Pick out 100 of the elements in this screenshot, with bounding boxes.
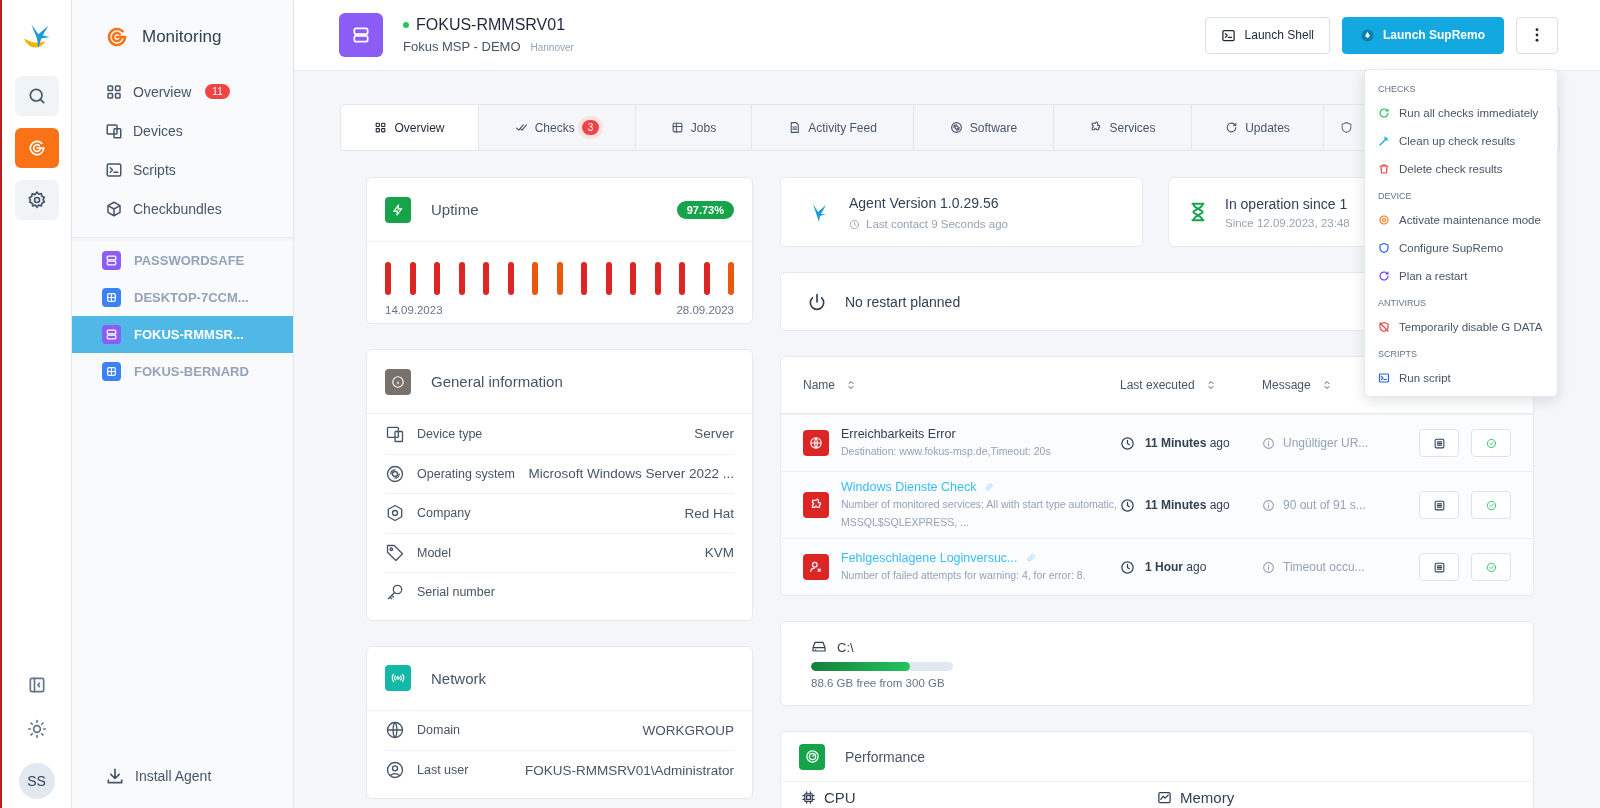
tab[interactable]: Software (914, 105, 1054, 150)
drive-name: C:\ (837, 639, 854, 655)
nav-item[interactable]: Devices (72, 111, 293, 150)
terminal-icon (105, 160, 123, 179)
shield-icon (1340, 121, 1353, 134)
power-icon (807, 291, 827, 312)
grid-icon (374, 121, 388, 134)
card-title: General information (431, 373, 563, 390)
check-message: 90 out of 91 s... (1283, 498, 1366, 512)
last-executed: 1 Hour ago (1145, 560, 1207, 574)
last-contact: Last contact 9 Seconds ago (866, 218, 1008, 230)
agent-version: Agent Version 1.0.29.56 (849, 195, 999, 211)
menu-section-title: ANTIVIRUS (1377, 297, 1427, 310)
menu-section-title: DEVICE (1377, 190, 1413, 203)
user-icon (385, 760, 405, 781)
table-icon (670, 121, 684, 134)
tab[interactable]: Services (1054, 105, 1192, 150)
tab[interactable]: Checks 3 (479, 105, 636, 150)
chart-icon (1157, 790, 1172, 805)
field-label: Model (417, 545, 452, 560)
disc-icon (949, 121, 963, 134)
check-circle-icon (1485, 561, 1497, 573)
card-title: Performance (845, 748, 926, 765)
broadcast-icon (385, 665, 411, 691)
check-name: Erreichbarkeits Error (841, 427, 956, 441)
operation-since: Since 12.09.2023, 23:48 (1225, 217, 1350, 229)
disk-info: 88.6 GB free from 300 GB (811, 677, 946, 689)
avatar[interactable]: SS (18, 763, 55, 799)
field-value: KVM (703, 545, 734, 561)
menu-item[interactable]: Configure SupRemo (1365, 234, 1557, 262)
nav-item[interactable]: Checkbundles (72, 189, 293, 228)
metric-label: CPU (824, 789, 856, 806)
drive-icon (811, 639, 827, 655)
details-button[interactable] (1419, 491, 1459, 519)
menu-item[interactable]: Activate maintenance mode (1365, 206, 1557, 234)
field-value: FOKUS-RMMSRV01\Administrator (523, 762, 734, 778)
last-executed: 11 Minutes ago (1145, 498, 1230, 512)
details-button[interactable] (1419, 429, 1459, 457)
monitoring-logo (105, 25, 129, 49)
menu-item[interactable]: Run script (1365, 364, 1557, 392)
app-button[interactable] (14, 180, 59, 220)
disc-icon (385, 463, 405, 484)
globe-icon (803, 430, 829, 456)
puzzle-icon (803, 492, 829, 518)
menu-section-title: SCRIPTS (1377, 348, 1418, 361)
target-icon (1378, 214, 1390, 226)
menu-section-title: CHECKS (1377, 83, 1417, 96)
server-icon (102, 251, 121, 270)
double-check-icon (514, 121, 528, 134)
tab[interactable]: Overview (341, 105, 479, 150)
field-label: Domain (417, 723, 461, 738)
tab[interactable]: Updates (1192, 105, 1324, 150)
sort-icon (845, 379, 857, 391)
check-description: Number of failed attempts for warning: 4, for error: 8. (841, 569, 1086, 581)
menu-item[interactable]: Run all checks immediately (1365, 99, 1557, 127)
last-executed: 11 Minutes ago (1145, 436, 1230, 450)
gauge-icon (799, 743, 825, 770)
app-button[interactable] (14, 76, 59, 116)
terminal-icon (1378, 372, 1390, 384)
info-icon (1262, 560, 1275, 574)
device-name: FOKUS-RMMSRV01 (416, 16, 566, 34)
grid-icon (105, 82, 123, 101)
document-icon (788, 121, 802, 134)
refresh-icon (1225, 121, 1239, 134)
menu-item[interactable]: Clean up check results (1365, 127, 1557, 155)
cpu-icon (801, 790, 816, 805)
check-description: Number of monitored services: All with start type automatic, MSSQL$SQLEXPRESS, ... (841, 498, 1118, 528)
box-icon (105, 199, 123, 218)
settings-icon (26, 190, 47, 210)
card-title: Uptime (431, 201, 479, 218)
check-circle-icon (1485, 499, 1497, 511)
windows-icon (102, 362, 121, 381)
info-icon (385, 368, 411, 395)
hexagon-icon (385, 503, 405, 524)
details-button[interactable] (1419, 553, 1459, 581)
menu-item[interactable]: Delete check results (1365, 155, 1557, 183)
tab[interactable]: Activity Feed (752, 105, 914, 150)
monitoring-icon (26, 138, 47, 158)
check-message: Timeout occu... (1283, 560, 1365, 574)
link-icon (984, 482, 995, 492)
check-circle-icon (1485, 437, 1497, 449)
field-label: Last user (417, 763, 469, 778)
nav-item[interactable]: Overview 11 (72, 72, 293, 111)
check-description: Destination: www.fokus-msp.de,Timeout: 20s (841, 445, 1051, 457)
restart-status: No restart planned (845, 293, 961, 310)
tab[interactable]: Jobs (636, 105, 752, 150)
lightning-icon (385, 196, 411, 223)
tag-icon (385, 542, 405, 563)
field-value: Red Hat (683, 505, 734, 521)
terminal-icon (1220, 27, 1236, 43)
column-header: Last executed (1120, 378, 1195, 392)
company-name: Fokus MSP - DEMO (403, 39, 521, 54)
install-agent-link[interactable]: Install Agent (72, 766, 293, 786)
nav-item[interactable]: Scripts (72, 150, 293, 189)
menu-item[interactable]: Temporarily disable G DATA (1365, 313, 1557, 341)
field-label: Company (417, 506, 471, 521)
launch-shell-button[interactable]: Launch Shell (1204, 16, 1330, 54)
shield-off-icon (1378, 321, 1390, 333)
menu-item[interactable]: Plan a restart (1365, 262, 1557, 290)
refresh-icon (1378, 270, 1390, 282)
